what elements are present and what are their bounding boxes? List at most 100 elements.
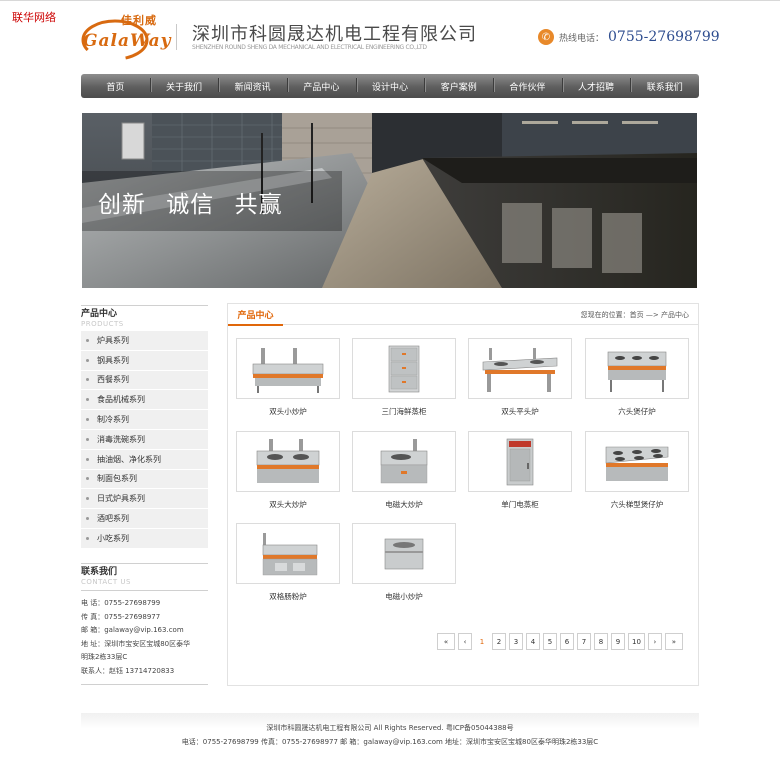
product-card[interactable]: 双头小炒炉 [236, 338, 340, 417]
nav-cases[interactable]: 客户案例 [424, 77, 493, 93]
product-name[interactable]: 双头平头炉 [468, 406, 572, 417]
page-10-button[interactable]: 10 [628, 633, 645, 650]
product-card[interactable]: 单门电蒸柜 [468, 431, 572, 510]
company-logo[interactable]: 佳利威 GalaWay [81, 12, 171, 62]
product-panel-title: 产品中心 [228, 308, 283, 326]
product-image[interactable] [585, 338, 689, 399]
sidebar-contact-title: 联系我们 [81, 567, 118, 577]
sidebar-item-western[interactable]: 西餐系列 [81, 370, 208, 391]
sidebar-item-exhaust[interactable]: 抽油烟、净化系列 [81, 449, 208, 470]
sidebar-category-list: 炉具系列 钢具系列 西餐系列 食品机械系列 制冷系列 消毒洗碗系列 抽油烟、净化… [81, 331, 208, 549]
product-name[interactable]: 六头梯型煲仔炉 [585, 499, 689, 510]
product-image[interactable] [236, 338, 340, 399]
product-name[interactable]: 双头大炒炉 [236, 499, 340, 510]
sidebar-item-snack[interactable]: 小吃系列 [81, 528, 208, 549]
product-image[interactable] [468, 338, 572, 399]
contact-email[interactable]: 邮 箱：galaway@vip.163.com [81, 624, 208, 638]
sidebar-item-label: 钢具系列 [97, 355, 129, 365]
page-5-button[interactable]: 5 [543, 633, 557, 650]
product-panel-header: 产品中心 您现在的位置：首页 —> 产品中心 [228, 304, 698, 326]
first-page-button[interactable]: « [437, 633, 455, 650]
induction-big-wok-icon [380, 438, 428, 483]
product-name[interactable]: 电磁大炒炉 [352, 499, 456, 510]
nav-news[interactable]: 新闻资讯 [218, 77, 287, 93]
nav-products[interactable]: 产品中心 [287, 77, 356, 93]
page-7-button[interactable]: 7 [577, 633, 591, 650]
sidebar-item-label: 抽油烟、净化系列 [97, 454, 161, 464]
header-divider [176, 24, 177, 50]
product-card[interactable]: 电磁大炒炉 [352, 431, 456, 510]
product-image[interactable] [352, 338, 456, 399]
nav-contact[interactable]: 联系我们 [630, 77, 699, 93]
sidebar-item-stoves[interactable]: 炉具系列 [81, 331, 208, 351]
page-3-button[interactable]: 3 [509, 633, 523, 650]
contact-info: 电 话：0755-27698799 传 真：0755-27698977 邮 箱：… [81, 597, 208, 679]
breadcrumb: 您现在的位置：首页 —> 产品中心 [581, 310, 689, 320]
bullet-icon [86, 437, 89, 441]
nav-careers[interactable]: 人才招聘 [561, 77, 631, 93]
double-flat-stove-icon [482, 347, 558, 392]
product-image[interactable] [236, 523, 340, 584]
contact-fax: 传 真：0755-27698977 [81, 612, 161, 621]
next-page-button[interactable]: › [647, 633, 662, 650]
product-name[interactable]: 双格肠粉炉 [236, 591, 340, 602]
sidebar-item-refrigeration[interactable]: 制冷系列 [81, 410, 208, 430]
page-6-button[interactable]: 6 [560, 633, 574, 650]
nav-partners[interactable]: 合作伙伴 [493, 77, 562, 93]
footer: 深圳市科圆晟达机电工程有限公司 All Rights Reserved. 粤IC… [81, 713, 699, 758]
product-image[interactable] [352, 523, 456, 584]
product-card[interactable]: 电磁小炒炉 [352, 523, 456, 602]
six-burner-clay-pot-stove-icon [607, 351, 667, 392]
product-name[interactable]: 双头小炒炉 [236, 406, 340, 417]
hotline: ✆ 热线电话： 0755-27698799 [538, 28, 720, 46]
sidebar-item-bar[interactable]: 酒吧系列 [81, 509, 208, 529]
hotline-label: 热线电话： [559, 33, 605, 44]
sidebar-item-food-machinery[interactable]: 食品机械系列 [81, 390, 208, 411]
footer-contact: 电话：0755-27698799 传真：0755-27698977 邮 箱：ga… [181, 738, 599, 746]
three-door-steamer-icon [388, 345, 420, 392]
product-image[interactable] [468, 431, 572, 492]
sidebar-item-bakery[interactable]: 制面包系列 [81, 469, 208, 490]
product-card[interactable]: 六头梯型煲仔炉 [585, 431, 689, 510]
product-name[interactable]: 三门海鲜蒸柜 [352, 406, 456, 417]
product-image[interactable] [585, 431, 689, 492]
product-card[interactable]: 双头平头炉 [468, 338, 572, 417]
company-name-cn: 深圳市科圆晟达机电工程有限公司 [192, 24, 477, 45]
bullet-icon [86, 338, 89, 342]
nav-about[interactable]: 关于我们 [149, 77, 219, 93]
banner-slogan: 创新 诚信 共赢 [98, 192, 283, 218]
product-card[interactable]: 双头大炒炉 [236, 431, 340, 510]
sidebar-item-dishwashing[interactable]: 消毒洗碗系列 [81, 429, 208, 450]
sidebar-item-label: 酒吧系列 [97, 514, 129, 524]
page-8-button[interactable]: 8 [594, 633, 608, 650]
sidebar-item-japanese[interactable]: 日式炉具系列 [81, 489, 208, 510]
page-2-button[interactable]: 2 [492, 633, 506, 650]
page-1-current[interactable]: 1 [475, 633, 489, 650]
sidebar-contact-divider [81, 590, 208, 591]
sidebar-item-steelware[interactable]: 钢具系列 [81, 350, 208, 371]
product-name[interactable]: 电磁小炒炉 [352, 591, 456, 602]
last-page-button[interactable]: » [664, 633, 683, 650]
sidebar-item-label: 炉具系列 [97, 335, 129, 345]
sidebar-contact-header: 联系我们 CONTACT US [81, 563, 208, 587]
product-image[interactable] [352, 431, 456, 492]
product-card[interactable]: 六头煲仔炉 [585, 338, 689, 417]
page-9-button[interactable]: 9 [611, 633, 625, 650]
nav-design[interactable]: 设计中心 [355, 77, 425, 93]
sidebar-products-title: 产品中心 [81, 309, 118, 319]
six-burner-step-stove-icon [605, 446, 669, 481]
bullet-icon [86, 477, 89, 481]
prev-page-button[interactable]: ‹ [458, 633, 472, 650]
sidebar-item-label: 食品机械系列 [97, 395, 145, 405]
product-card[interactable]: 双格肠粉炉 [236, 523, 340, 602]
product-name[interactable]: 单门电蒸柜 [468, 499, 572, 510]
nav-home[interactable]: 首页 [81, 80, 150, 93]
breadcrumb-home[interactable]: 首页 [630, 311, 644, 319]
bullet-icon [86, 418, 89, 422]
product-card[interactable]: 三门海鲜蒸柜 [352, 338, 456, 417]
product-image[interactable] [236, 431, 340, 492]
page-4-button[interactable]: 4 [526, 633, 540, 650]
product-name[interactable]: 六头煲仔炉 [585, 406, 689, 417]
double-wok-stove-icon [252, 347, 324, 393]
sidebar-bottom-divider [81, 684, 208, 685]
